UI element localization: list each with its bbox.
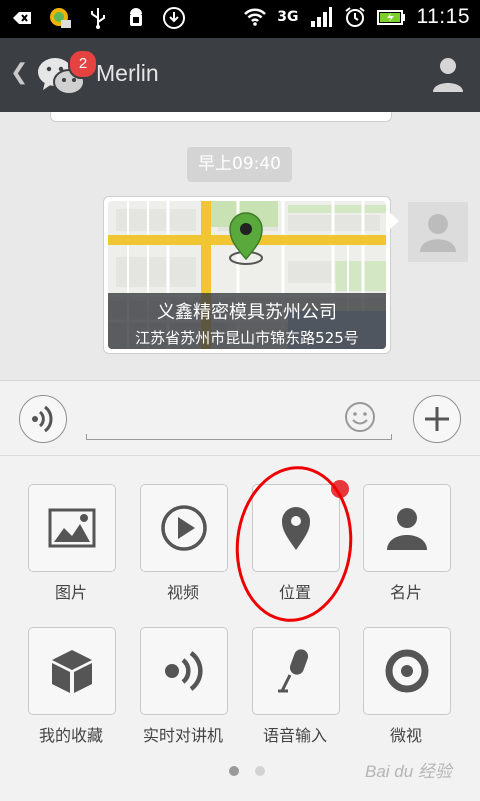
camera-icon xyxy=(385,649,429,693)
video-button[interactable] xyxy=(140,484,228,572)
location-caption: 义鑫精密模具苏州公司 江苏省苏州市昆山市锦东路525号 xyxy=(108,293,386,349)
alarm-icon xyxy=(344,7,365,27)
location-message-bubble[interactable]: 义鑫精密模具苏州公司 江苏省苏州市昆山市锦东路525号 xyxy=(103,196,399,354)
chat-messages[interactable]: 早上09:40 义鑫精密模具苏州公司 江苏省苏州市昆山市锦东路525号 xyxy=(0,112,480,380)
person-icon[interactable] xyxy=(430,54,466,94)
location-name: 义鑫精密模具苏州公司 xyxy=(157,302,337,323)
voice-icon xyxy=(32,405,53,433)
microphone-icon xyxy=(278,649,309,693)
wifi-icon xyxy=(244,8,267,26)
image-button[interactable] xyxy=(28,484,116,572)
contact-card-icon xyxy=(387,508,427,550)
emoji-icon[interactable] xyxy=(344,401,376,433)
walkie-talkie-label: 实时对讲机 xyxy=(142,726,223,745)
unread-badge: 2 xyxy=(68,49,98,79)
voice-input-button[interactable] xyxy=(19,395,67,443)
message-text-input[interactable] xyxy=(86,434,392,440)
walkie-talkie-icon xyxy=(165,651,203,691)
default-avatar-icon xyxy=(420,214,456,252)
walkie-talkie-button[interactable] xyxy=(140,627,228,715)
page-dot-active[interactable] xyxy=(229,766,239,776)
cube-icon xyxy=(52,650,92,693)
download-icon xyxy=(163,7,185,29)
contact-card-label: 名片 xyxy=(389,583,422,602)
clock: 11:15 xyxy=(416,5,470,28)
notification-icon xyxy=(50,8,71,28)
message-timestamp: 早上09:40 xyxy=(187,147,292,182)
contact-card-button[interactable] xyxy=(363,484,451,572)
voice-input-label: 语音输入 xyxy=(262,726,327,745)
previous-message-bubble[interactable] xyxy=(50,112,392,122)
sender-avatar[interactable] xyxy=(408,202,468,262)
android-debug-icon xyxy=(130,8,142,26)
status-bar: 3G 11:15 xyxy=(0,0,480,38)
micro-video-label: 微视 xyxy=(389,726,422,745)
image-label: 图片 xyxy=(54,583,87,602)
back-chevron-icon[interactable]: ❮ xyxy=(10,60,28,85)
location-address: 江苏省苏州市昆山市锦东路525号 xyxy=(135,329,359,347)
video-label: 视频 xyxy=(166,583,199,602)
battery-icon xyxy=(376,10,405,25)
voice-input-panel-button[interactable] xyxy=(252,627,340,715)
back-icon xyxy=(13,12,31,24)
micro-video-button[interactable] xyxy=(363,627,451,715)
usb-icon xyxy=(91,8,105,29)
network-type: 3G xyxy=(277,9,299,25)
watermark: Bai du 经验 xyxy=(365,762,452,781)
page-dot-inactive[interactable] xyxy=(255,766,265,776)
chat-title: Merlin xyxy=(96,60,159,86)
signal-icon xyxy=(310,7,332,27)
input-bar xyxy=(0,380,480,456)
more-options-button[interactable] xyxy=(413,395,461,443)
plus-icon xyxy=(425,407,449,431)
video-icon xyxy=(161,505,207,551)
favorites-button[interactable] xyxy=(28,627,116,715)
image-icon xyxy=(48,508,96,548)
favorites-label: 我的收藏 xyxy=(38,726,103,745)
chat-title-bar: ❮ 2 Merlin xyxy=(0,38,480,112)
